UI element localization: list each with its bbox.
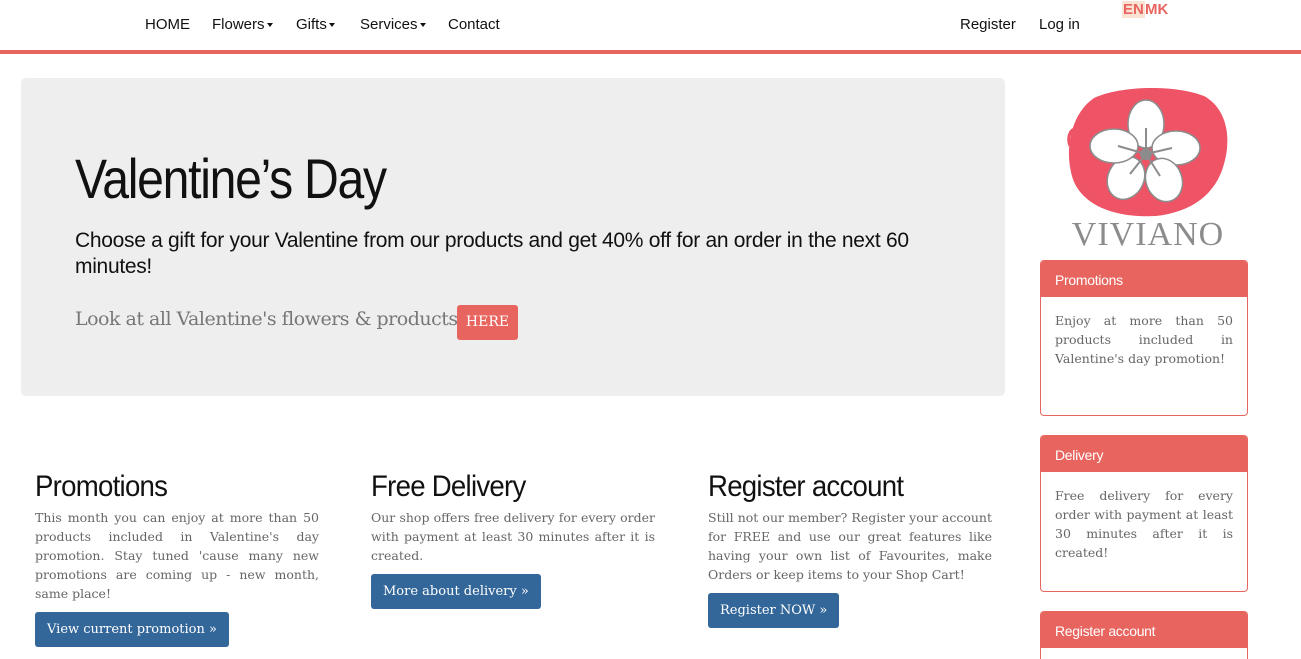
language-mk-link[interactable]: MK [1145, 1, 1168, 18]
delivery-text: Our shop offers free delivery for every … [371, 510, 655, 563]
nav-services-dropdown[interactable]: Services [360, 16, 426, 33]
delivery-column: Free Delivery Our shop offers free deliv… [371, 470, 655, 609]
register-text: Still not our member? Register your acco… [708, 510, 992, 582]
delivery-heading: Free Delivery [371, 470, 526, 503]
register-heading: Register account [708, 470, 904, 503]
panel-heading: Delivery [1041, 436, 1247, 472]
promotions-heading: Promotions [35, 470, 168, 503]
here-button[interactable]: HERE [457, 305, 518, 340]
nav-contact-link[interactable]: Contact [448, 16, 500, 33]
caret-down-icon [266, 23, 273, 28]
sidebar-panel-register: Register account [1040, 611, 1248, 659]
hero-link-text: Look at all Valentine's flowers & produc… [75, 308, 458, 330]
nav-gifts-dropdown[interactable]: Gifts [296, 16, 335, 33]
register-column: Register account Still not our member? R… [708, 470, 992, 628]
panel-body: Enjoy at more than 50 products included … [1055, 313, 1233, 366]
register-now-button[interactable]: Register NOW » [708, 593, 840, 628]
panel-heading: Register account [1041, 612, 1247, 648]
nav-services-label: Services [360, 16, 418, 33]
caret-down-icon [419, 23, 426, 28]
logo-wordmark: VIVIANO [1071, 216, 1225, 253]
nav-home-link[interactable]: HOME [145, 16, 190, 33]
promotions-text: This month you can enjoy at more than 50… [35, 510, 319, 601]
nav-login-link[interactable]: Log in [1039, 16, 1080, 33]
hero-title: Valentine’s Day [75, 147, 387, 210]
sidebar-panel-delivery: Delivery Free delivery for every order w… [1040, 435, 1248, 592]
nav-flowers-dropdown[interactable]: Flowers [212, 16, 273, 33]
nav-gifts-label: Gifts [296, 16, 327, 33]
nav-flowers-label: Flowers [212, 16, 265, 33]
view-promotion-button[interactable]: View current promotion » [35, 612, 229, 647]
viviano-logo: VIVIANO [1064, 86, 1232, 256]
top-navbar: HOME Flowers Gifts Services Contact Regi… [0, 0, 1301, 54]
panel-heading: Promotions [1041, 261, 1247, 297]
more-delivery-button[interactable]: More about delivery » [371, 574, 541, 609]
nav-register-link[interactable]: Register [960, 16, 1016, 33]
caret-down-icon [328, 23, 335, 28]
hero-lead-text: Choose a gift for your Valentine from ou… [75, 229, 909, 278]
sidebar-panel-promotions: Promotions Enjoy at more than 50 product… [1040, 260, 1248, 416]
panel-body: Free delivery for every order with payme… [1055, 488, 1233, 560]
promotions-column: Promotions This month you can enjoy at m… [35, 470, 319, 647]
hero-jumbotron: Valentine’s Day Choose a gift for your V… [21, 78, 1005, 396]
language-en-link[interactable]: EN [1122, 1, 1145, 18]
